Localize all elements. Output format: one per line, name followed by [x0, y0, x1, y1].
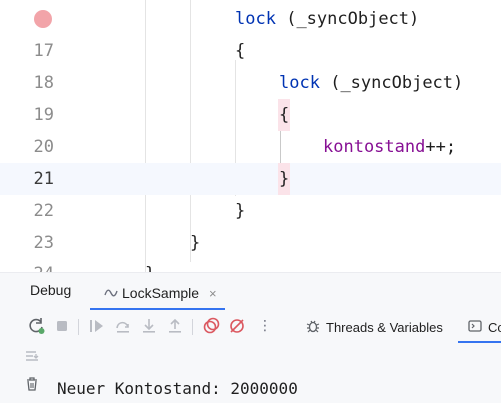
tab-active-indicator [90, 308, 225, 310]
tab-threads-variables[interactable]: Threads & Variables [306, 316, 443, 338]
keyword: lock [235, 9, 276, 29]
more-options-icon[interactable]: ⋮ [254, 315, 276, 337]
code-text: lock (_syncObject) [279, 67, 463, 99]
bug-icon [306, 319, 320, 336]
stop-icon[interactable] [51, 315, 73, 337]
code-arguments: (_syncObject) [286, 9, 420, 29]
toolbar-divider [192, 319, 193, 335]
close-icon[interactable]: × [209, 286, 217, 301]
trash-icon[interactable] [24, 376, 44, 396]
line-number: 23 [33, 233, 54, 253]
keyword: lock [279, 73, 320, 93]
code-line[interactable]: 22 } [0, 195, 501, 227]
line-number: 22 [33, 201, 54, 221]
code-text: { [235, 41, 246, 61]
rerun-icon[interactable] [26, 315, 48, 337]
scroll-to-end-icon[interactable] [24, 348, 44, 368]
step-into-icon[interactable] [138, 315, 160, 337]
matched-brace: { [278, 99, 291, 131]
line-number: 21 [33, 169, 54, 189]
code-line-current[interactable]: 21 } [0, 163, 501, 195]
code-text: lock (_syncObject) [235, 3, 419, 35]
tab-active-indicator [458, 341, 501, 343]
toolbar-divider [78, 319, 79, 335]
code-text: } [190, 233, 201, 253]
console-output: Neuer Kontostand: 2000000 [57, 379, 298, 398]
code-line[interactable]: 18 lock (_syncObject) [0, 67, 501, 99]
line-number: 17 [33, 41, 54, 61]
line-number: 20 [33, 137, 54, 157]
code-arguments: (_syncObject) [330, 73, 464, 93]
line-number: 18 [33, 73, 54, 93]
breakpoint-icon[interactable] [34, 10, 52, 28]
field-reference: kontostand [323, 137, 426, 157]
mute-breakpoints-icon[interactable] [226, 315, 248, 337]
tab-label: LockSample [122, 285, 200, 301]
debug-title: Debug [30, 282, 72, 298]
step-out-icon[interactable] [164, 315, 186, 337]
code-line[interactable]: 17 { [0, 35, 501, 67]
line-number: 19 [33, 105, 54, 125]
code-line[interactable]: 23 } [0, 227, 501, 259]
tab-locksample[interactable]: LockSample × [90, 279, 225, 310]
code-editor[interactable]: lock (_syncObject) 17 { 18 lock (_syncOb… [0, 0, 501, 272]
view-breakpoints-icon[interactable] [200, 315, 222, 337]
tab-console[interactable]: Co [468, 316, 501, 338]
run-config-icon [104, 287, 118, 299]
code-line[interactable]: lock (_syncObject) [0, 3, 501, 35]
debug-tool-window: Debug LockSample × ⋮ Threads & Variables… [0, 272, 501, 403]
console-icon [468, 319, 482, 336]
code-line[interactable]: 20 kontostand++; [0, 131, 501, 163]
debug-tab-bar: Debug LockSample × [0, 273, 501, 310]
code-line[interactable]: 19 { [0, 99, 501, 131]
debug-toolbar: ⋮ Threads & Variables Co [0, 313, 501, 343]
code-operator: ++; [425, 137, 457, 157]
tab-label: Co [488, 319, 501, 335]
line-number: 24 [0, 258, 54, 272]
step-over-icon[interactable] [112, 315, 134, 337]
tab-label: Threads & Variables [326, 319, 443, 335]
matched-brace: } [278, 163, 291, 195]
code-text: } [145, 258, 155, 272]
code-text: kontostand++; [323, 131, 456, 163]
resume-icon[interactable] [86, 315, 108, 337]
code-text: } [235, 201, 246, 221]
code-line[interactable]: 24 } [0, 258, 501, 272]
